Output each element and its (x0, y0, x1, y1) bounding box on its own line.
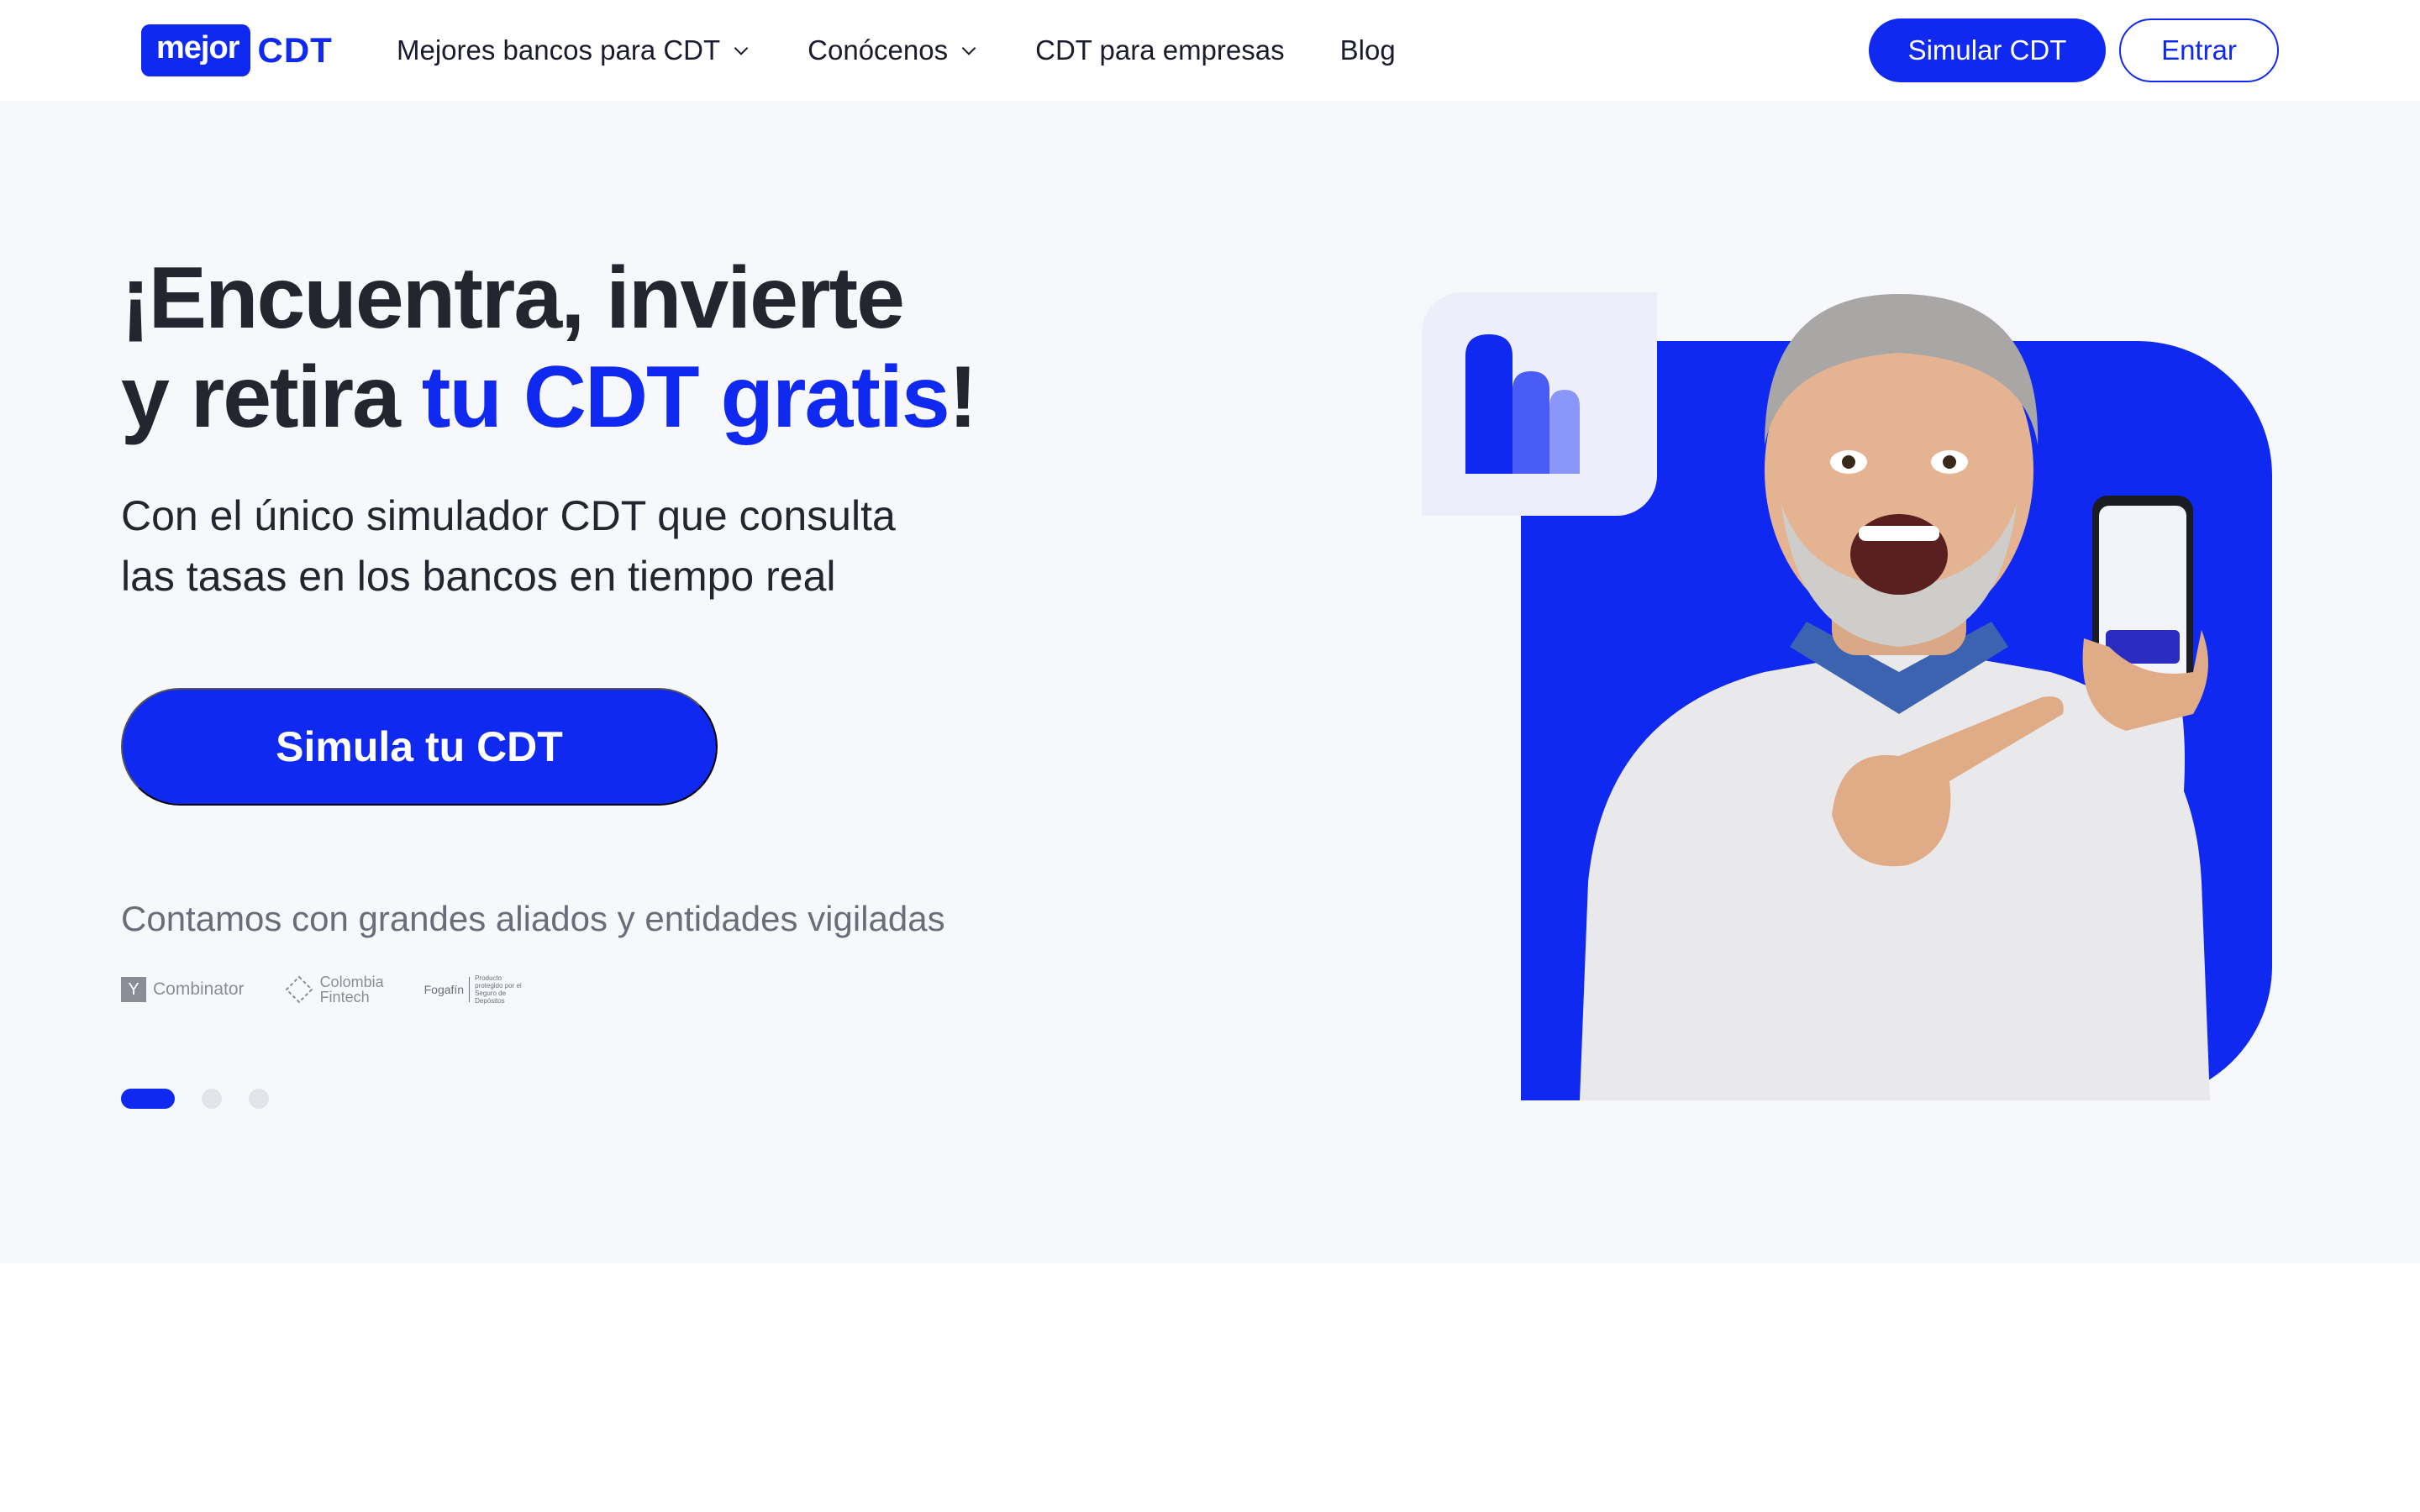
nav-item-cdt-empresas[interactable]: CDT para empresas (1035, 34, 1285, 66)
carousel-dot-3[interactable] (249, 1089, 269, 1109)
nav-item-blog[interactable]: Blog (1340, 34, 1396, 66)
nav-item-mejores-bancos[interactable]: Mejores bancos para CDT (397, 34, 752, 66)
yc-name: Combinator (153, 979, 245, 999)
main-nav: Mejores bancos para CDT Conócenos CDT pa… (397, 0, 1451, 101)
nav-item-conocenos[interactable]: Conócenos (808, 34, 980, 66)
logo-cdt: CDT (257, 30, 333, 70)
hero-title-accent: tu CDT gratis (421, 349, 950, 446)
chevron-down-icon (734, 47, 749, 55)
hero-subtitle-line2: las tasas en los bancos en tiempo real (121, 553, 836, 600)
fogafin-name: Fogafín (424, 983, 465, 996)
partners-text: Contamos con grandes aliados y entidades… (121, 899, 945, 938)
nav-label: CDT para empresas (1035, 34, 1285, 66)
hero-title-line1: ¡Encuentra, invierte (121, 249, 905, 347)
hero-subtitle: Con el único simulador CDT que consulta … (121, 486, 961, 606)
nav-label: Conócenos (808, 34, 949, 66)
logo[interactable]: mejor CDT (141, 24, 333, 76)
nav-label: Blog (1339, 34, 1396, 66)
fogafin-note: Producto protegido por el Seguro de Depó… (475, 974, 522, 1005)
colombia-fintech-icon (285, 975, 313, 1004)
fogafin-logo: Fogafín Producto protegido por el Seguro… (424, 974, 529, 1005)
hero-person-image (1580, 294, 2210, 1100)
site-header: mejor CDT Mejores bancos para CDT Conóce… (0, 0, 2420, 101)
yc-letter: Y (121, 977, 146, 1002)
simular-cdt-button[interactable]: Simular CDT (1869, 18, 2106, 82)
simula-tu-cdt-button[interactable]: Simula tu CDT (121, 688, 718, 806)
chevron-down-icon (961, 47, 976, 55)
carousel-dots (121, 1089, 296, 1109)
divider (469, 977, 471, 1002)
cf-line2: Fintech (319, 989, 370, 1005)
carousel-dot-1[interactable] (121, 1089, 175, 1109)
colombia-fintech-logo: Colombia Fintech (285, 974, 384, 1005)
page: mejor CDT Mejores bancos para CDT Conóce… (0, 0, 2420, 1512)
cf-line1: Colombia (319, 974, 384, 990)
logo-mejor: mejor (141, 24, 251, 76)
entrar-button[interactable]: Entrar (2119, 18, 2279, 82)
nav-label: Mejores bancos para CDT (397, 34, 721, 66)
carousel-dot-2[interactable] (202, 1089, 222, 1109)
hero-title-suffix: ! (948, 349, 978, 446)
partners-logos: Y Combinator Colombia Fintech Fogafín Pro… (121, 974, 529, 1005)
ycombinator-logo: Y Combinator (121, 977, 245, 1002)
hero-subtitle-line1: Con el único simulador CDT que consulta (121, 492, 896, 539)
hero-title-prefix: y retira (121, 349, 422, 446)
hero-title: ¡Encuentra, invierte y retira tu CDT gra… (121, 249, 978, 447)
